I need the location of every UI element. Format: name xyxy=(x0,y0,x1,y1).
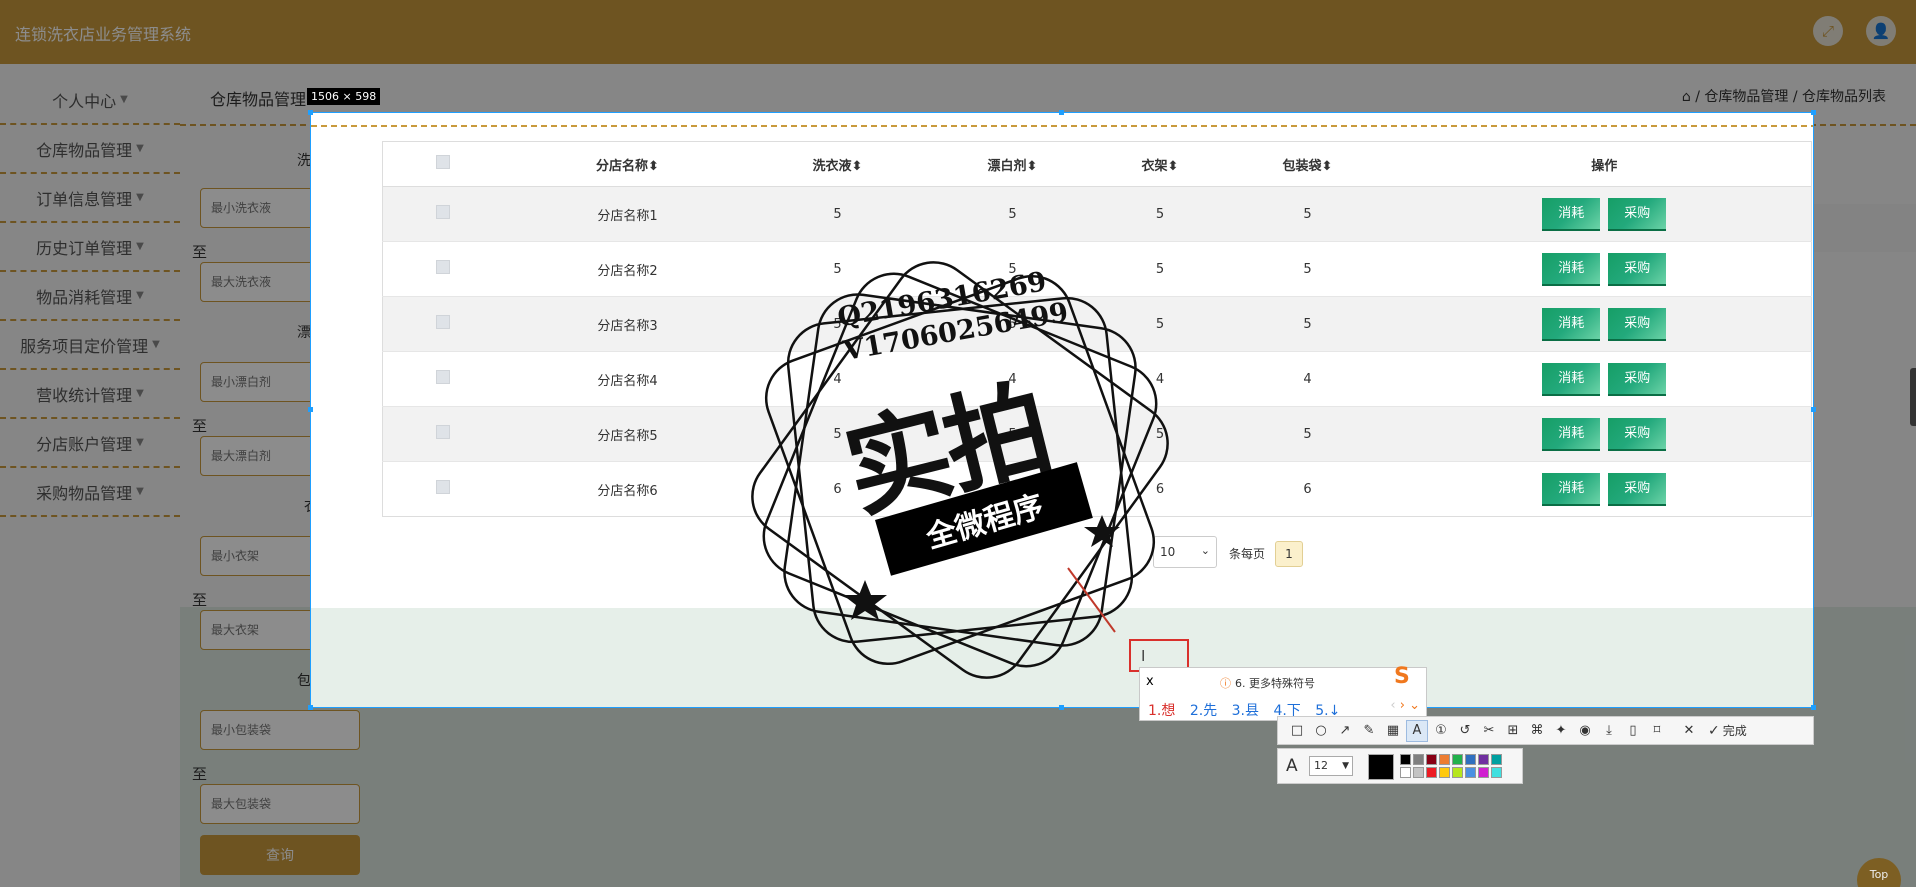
color-swatch[interactable] xyxy=(1413,767,1424,778)
undo-icon[interactable]: ↺ xyxy=(1454,720,1476,742)
caret-down-icon: ▼ xyxy=(1342,761,1349,771)
crop-icon[interactable]: ✂ xyxy=(1478,720,1500,742)
color-swatch[interactable] xyxy=(1478,754,1489,765)
font-size-select[interactable]: 12 ▼ xyxy=(1309,756,1353,776)
color-swatch[interactable] xyxy=(1465,767,1476,778)
resize-handle[interactable] xyxy=(1811,110,1816,115)
color-swatch[interactable] xyxy=(1465,754,1476,765)
color-swatch[interactable] xyxy=(1400,754,1411,765)
chevron-right-icon: › xyxy=(1399,698,1405,713)
color-swatch[interactable] xyxy=(1400,767,1411,778)
ocr-icon[interactable]: ⊞ xyxy=(1502,720,1524,742)
bookmark-icon[interactable]: ⌑ xyxy=(1646,720,1668,742)
record-icon[interactable]: ◉ xyxy=(1574,720,1596,742)
row-checkbox[interactable] xyxy=(435,260,450,274)
screenshot-toolbar: □ ○ ↗ ✎ ▦ A ① ↺ ✂ ⊞ ⌘ ✦ ◉ ⤓ ▯ ⌑ ✕ ✓ 完成 xyxy=(1277,716,1814,745)
consume-button[interactable]: 消耗 xyxy=(1542,197,1601,231)
sort-icon: ⬍ xyxy=(1321,158,1333,174)
ime-candidate[interactable]: 3.县 xyxy=(1232,703,1259,719)
purchase-button[interactable]: 采购 xyxy=(1608,417,1667,451)
resize-handle[interactable] xyxy=(308,110,313,115)
close-icon[interactable]: ✕ xyxy=(1678,720,1700,742)
consume-button[interactable]: 消耗 xyxy=(1542,252,1601,286)
chevron-left-icon: ‹ xyxy=(1390,698,1396,713)
purchase-button[interactable]: 采购 xyxy=(1608,252,1667,286)
arrow-tool-icon[interactable]: ↗ xyxy=(1334,720,1356,742)
consume-button[interactable]: 消耗 xyxy=(1542,307,1601,341)
mosaic-tool-icon[interactable]: ▦ xyxy=(1382,720,1404,742)
sort-icon: ⬍ xyxy=(1026,158,1038,174)
purchase-button[interactable]: 采购 xyxy=(1608,307,1667,341)
resize-handle[interactable] xyxy=(308,407,313,412)
number-tool-icon[interactable]: ① xyxy=(1430,720,1452,742)
row-checkbox[interactable] xyxy=(435,205,450,219)
row-checkbox[interactable] xyxy=(435,425,450,439)
done-button[interactable]: ✓ 完成 xyxy=(1708,722,1747,739)
resize-handle[interactable] xyxy=(308,705,313,710)
col-branch-name[interactable]: 分店名称⬍ xyxy=(502,141,753,187)
chevron-down-icon: ⌄ xyxy=(1200,544,1210,557)
translate-icon[interactable]: ⌘ xyxy=(1526,720,1548,742)
sort-icon: ⬍ xyxy=(1167,158,1179,174)
check-icon: ✓ xyxy=(1708,722,1720,739)
consume-button[interactable]: 消耗 xyxy=(1542,472,1601,506)
row-checkbox[interactable] xyxy=(435,370,450,384)
text-tool-icon[interactable]: A xyxy=(1406,719,1428,742)
download-icon[interactable]: ⤓ xyxy=(1598,720,1620,742)
sort-icon: ⬍ xyxy=(851,158,863,174)
col-detergent[interactable]: 洗衣液⬍ xyxy=(752,141,923,187)
ime-hint[interactable]: ⓘ 6. 更多特殊符号 xyxy=(1220,675,1315,691)
color-swatch[interactable] xyxy=(1426,767,1437,778)
table-row: 分店名称1 5 5 5 5 消耗 采购 xyxy=(382,186,1812,242)
consume-button[interactable]: 消耗 xyxy=(1542,362,1601,396)
font-icon: A xyxy=(1286,756,1298,776)
color-swatch[interactable] xyxy=(1491,754,1502,765)
ellipse-tool-icon[interactable]: ○ xyxy=(1310,720,1332,742)
consume-button[interactable]: 消耗 xyxy=(1542,417,1601,451)
row-checkbox[interactable] xyxy=(435,480,450,494)
color-swatch[interactable] xyxy=(1452,767,1463,778)
resize-handle[interactable] xyxy=(1059,110,1064,115)
purchase-button[interactable]: 采购 xyxy=(1608,197,1667,231)
col-bleach[interactable]: 漂白剂⬍ xyxy=(922,141,1103,187)
ime-candidate[interactable]: 1.想 xyxy=(1148,703,1175,719)
purchase-button[interactable]: 采购 xyxy=(1608,362,1667,396)
ime-candidate[interactable]: 2.先 xyxy=(1190,703,1217,719)
row-checkbox[interactable] xyxy=(435,315,450,329)
pin-icon[interactable]: ✦ xyxy=(1550,720,1572,742)
color-swatch[interactable] xyxy=(1426,754,1437,765)
side-drawer-tab[interactable] xyxy=(1910,368,1916,426)
pen-tool-icon[interactable]: ✎ xyxy=(1358,720,1380,742)
color-swatch[interactable] xyxy=(1452,754,1463,765)
resize-handle[interactable] xyxy=(1059,705,1064,710)
color-swatch[interactable] xyxy=(1478,767,1489,778)
sort-icon: ⬍ xyxy=(648,158,659,174)
rectangle-tool-icon[interactable]: □ xyxy=(1286,720,1308,742)
sogou-logo-icon: S xyxy=(1394,664,1410,689)
color-swatch[interactable] xyxy=(1439,767,1450,778)
current-color-swatch[interactable] xyxy=(1368,754,1394,780)
col-bag[interactable]: 包装袋⬍ xyxy=(1217,141,1398,187)
color-swatch[interactable] xyxy=(1491,767,1502,778)
col-actions: 操作 xyxy=(1397,141,1812,187)
phone-icon[interactable]: ▯ xyxy=(1622,720,1644,742)
info-icon: ⓘ xyxy=(1220,677,1231,690)
purchase-button[interactable]: 采购 xyxy=(1608,472,1667,506)
ime-page-nav[interactable]: ‹ › ⌄ xyxy=(1390,698,1420,713)
color-swatch[interactable] xyxy=(1439,754,1450,765)
chevron-down-icon: ⌄ xyxy=(1409,698,1420,713)
resize-handle[interactable] xyxy=(1811,705,1816,710)
text-style-bar: A 12 ▼ xyxy=(1277,748,1523,784)
color-swatch[interactable] xyxy=(1413,754,1424,765)
text-cursor-icon: I xyxy=(1141,647,1146,665)
ime-candidate-window[interactable]: x ⓘ 6. 更多特殊符号 1.想 2.先 3.县 4.下 5.↓ ‹ › ⌄ S xyxy=(1139,664,1427,721)
resize-handle[interactable] xyxy=(1811,407,1816,412)
page-number-button[interactable]: 1 xyxy=(1275,541,1303,567)
color-palette xyxy=(1400,754,1502,778)
col-hanger[interactable]: 衣架⬍ xyxy=(1102,141,1218,187)
select-all-checkbox[interactable] xyxy=(435,155,450,169)
per-page-label: 条每页 xyxy=(1229,547,1266,561)
selection-size-label: 1506 × 598 xyxy=(307,88,381,105)
ime-composition: x xyxy=(1146,674,1154,689)
